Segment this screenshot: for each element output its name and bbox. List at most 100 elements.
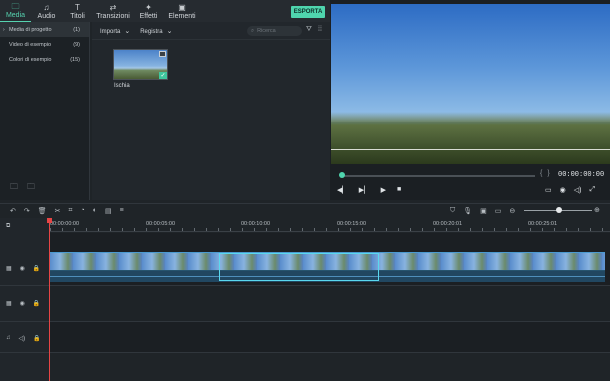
voiceover-icon[interactable]: ▣ [480,207,487,215]
ruler-tick [578,228,579,231]
lock-icon[interactable]: 🔒 [33,335,40,342]
zoom-out-icon[interactable]: ⊖ [509,207,515,215]
ruler-label: 00:00:25:01 [528,221,558,227]
playhead[interactable] [49,219,50,381]
ruler-tick [194,228,195,231]
tab-label: Media [5,12,26,19]
grid-view-icon[interactable]: ⁞⁞ [318,26,322,33]
video-track-1-header: ▦ ◉ 🔒 [0,262,50,274]
lock-icon[interactable]: 🔒 [33,300,40,307]
ruler-label: 00:00:15:00 [337,221,367,227]
video-track-2[interactable] [50,286,610,321]
music-note-icon: ♫ [43,3,50,12]
microphone-icon[interactable]: 🎙 [463,207,472,215]
ruler-tick [542,228,543,231]
sidebar-item-count: (15) [70,56,80,63]
volume-icon[interactable]: ◁) [574,186,582,194]
eye-icon[interactable]: ◉ [20,300,25,307]
crop-icon[interactable]: ⌗ [69,207,73,215]
sidebar-item-sample-colors[interactable]: Colori di esempio (15) [0,52,89,67]
timeline-toolbar: ↶ ↷ 🗑 ✂ ⌗ ◔ ◐ ▤ ≡ ⛉ 🎙 ▣ ▭ ⊖ [0,203,610,218]
speed-icon[interactable]: ◔ [80,207,84,215]
tab-media[interactable]: 🗀 Media [0,0,31,22]
music-note-icon: ♫ [6,335,11,341]
ruler-label: 00:00:10:00 [241,221,271,227]
tab-label: Elementi [168,13,196,20]
tab-label: Audio [37,13,56,20]
ruler-tick [410,228,411,231]
ruler-tick [590,228,591,231]
preview-scrub-bar[interactable] [340,175,535,177]
video-vegetation [331,112,610,164]
timeline-ruler[interactable]: 00:00:00:00 00:00:05:00 00:00:10:00 00:0… [50,218,610,232]
snapshot-icon[interactable]: ◉ [560,186,566,194]
ruler-tick [374,228,375,231]
lock-icon[interactable]: 🔒 [33,265,40,272]
export-button[interactable]: ESPORTA [291,6,325,18]
ruler-tick [446,228,447,231]
delete-icon[interactable]: 🗑 [38,207,47,215]
add-track-button[interactable]: ⧉ [0,219,50,233]
sidebar-item-count: (1) [73,26,80,33]
tab-effetti[interactable]: ✦ Effetti [133,0,164,22]
video-track-2-header: ▦ ◉ 🔒 [0,297,50,309]
snap-icon[interactable]: ▭ [495,207,502,215]
tab-label: Transizioni [96,13,130,20]
search-placeholder: Ricerca [257,28,276,34]
ruler-tick [302,228,303,231]
green-screen-icon[interactable]: ▤ [105,207,112,215]
tab-elementi[interactable]: ▣ Elementi [164,0,200,22]
stop-icon[interactable]: ■ [397,186,401,194]
audio-mixer-icon[interactable]: ≡ [120,207,124,215]
zoom-in-icon[interactable]: ⊕ [594,206,600,214]
ruler-tick [98,228,99,231]
previous-frame-icon[interactable]: ◀▏ [337,186,348,194]
ruler-tick [278,228,279,231]
volume-icon[interactable]: ◁) [19,335,26,342]
fullscreen-icon[interactable]: ⤢ [589,186,595,194]
tab-transizioni[interactable]: ⇄ Transizioni [93,0,133,22]
record-dropdown[interactable]: Registra [140,27,172,35]
ruler-tick [230,228,231,231]
redo-icon[interactable]: ↷ [24,207,30,215]
render-preview-icon[interactable]: ▭ [545,186,552,194]
play-icon[interactable]: ▶ [381,186,386,194]
preview-scrub-handle[interactable] [339,172,345,178]
sidebar-item-sample-videos[interactable]: Video di esempio (9) [0,37,89,52]
ruler-tick [398,228,399,231]
cut-icon[interactable]: ✂ [55,207,61,215]
add-track-icon: ⧉ [6,222,11,229]
tab-titoli[interactable]: T Titoli [62,0,93,22]
folder-remove-icon[interactable]: 🗀 [27,181,35,195]
tab-label: Effetti [139,13,158,20]
video-clip-icon [159,51,166,57]
ruler-tick [338,228,339,231]
search-input[interactable]: ⌕ Ricerca [247,26,302,36]
import-dropdown[interactable]: Importa [100,27,130,35]
preview-timecode: 00:00:00:00 [558,171,605,179]
filter-icon[interactable]: ⛛ [306,26,312,34]
mark-in-out-icon[interactable]: {} [540,170,555,177]
media-thumbnail[interactable]: ✓ [113,49,168,80]
sidebar-item-project-media[interactable]: › Media di progetto (1) [0,22,89,37]
sidebar-item-label: Colori di esempio [9,56,52,63]
ruler-tick [74,228,75,231]
ruler-label: 00:00:05:00 [146,221,176,227]
media-browser: Importa Registra ⌕ Ricerca ⛛ ⁞⁞ ✓ Ischia [92,22,330,200]
clip-selection[interactable] [219,253,379,281]
ruler-tick [86,228,87,231]
new-folder-icon[interactable]: 🗀 [10,181,18,195]
ruler-tick [50,228,51,231]
ruler-tick [506,228,507,231]
audio-track-1[interactable] [50,322,610,352]
undo-icon[interactable]: ↶ [10,207,16,215]
marker-icon[interactable]: ⛉ [450,207,455,215]
play-frame-icon[interactable]: ▶▏ [359,186,370,194]
preview-panel [330,0,610,200]
text-icon: T [75,3,80,12]
tab-audio[interactable]: ♫ Audio [31,0,62,22]
zoom-slider-handle[interactable] [556,207,562,213]
eye-icon[interactable]: ◉ [20,265,25,272]
color-icon[interactable]: ◐ [93,207,97,215]
image-icon: ▣ [178,3,186,12]
